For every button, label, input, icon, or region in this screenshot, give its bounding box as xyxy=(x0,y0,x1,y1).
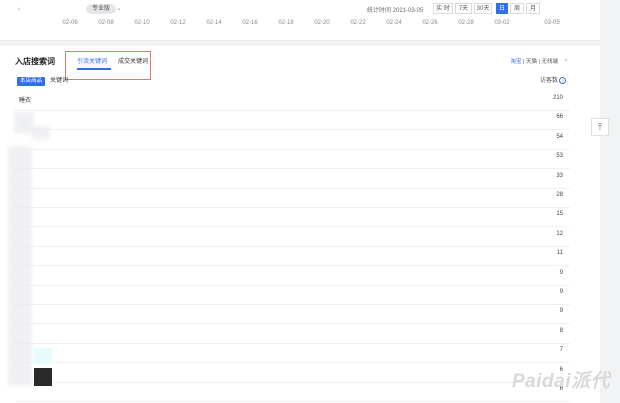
x-tick-label: 02-20 xyxy=(314,20,330,26)
table-row[interactable]: 9 xyxy=(15,265,570,286)
visitor-column-header: 访客数? xyxy=(540,77,567,86)
tab-deal-keywords[interactable]: 成交关键词 xyxy=(118,56,148,65)
section-title: 入店搜索词 xyxy=(15,57,55,66)
back-to-top-icon[interactable]: ⤒ xyxy=(591,118,609,136)
x-tick-label: 02-12 xyxy=(170,20,186,26)
info-icon[interactable]: ? xyxy=(559,77,567,84)
visitor-count-cell: 11 xyxy=(556,250,563,257)
table-row[interactable]: 睡衣 210 xyxy=(15,90,570,111)
x-tick-label: 02-18 xyxy=(278,20,294,26)
x-tick-label: 02-28 xyxy=(458,20,474,26)
time-range-option[interactable]: 月 xyxy=(526,3,540,14)
keyword-cell: 睡衣 xyxy=(19,98,32,104)
x-tick-label: 02-10 xyxy=(134,20,150,26)
x-tick-label: 03-05 xyxy=(544,20,560,26)
visitor-count-cell: 66 xyxy=(556,114,563,121)
visitor-count-cell: 7 xyxy=(559,347,563,354)
edition-badge[interactable]: 专业版 xyxy=(86,4,117,14)
device-select[interactable]: 无线端 xyxy=(541,59,558,65)
tab-traffic-keywords[interactable]: 引流关键词 xyxy=(77,56,107,65)
x-tick-label: 03-02 xyxy=(494,20,510,26)
visitor-header-label: 访客数 xyxy=(540,78,559,84)
redacted-region xyxy=(34,348,52,364)
x-tick-label: 02-26 xyxy=(422,20,438,26)
chart-x-axis: 02-06 02-08 02-10 02-12 02-14 02-16 02-18 02-20… xyxy=(0,20,600,30)
active-tab-underline xyxy=(77,68,111,70)
search-keywords-card: 入店搜索词 引流关键词 成交关键词 淘宝 | 天猫 | 无线端 ⌄ 本店商品 关… xyxy=(0,46,600,403)
time-range-option[interactable]: 7天 xyxy=(455,3,472,14)
visitor-count-cell: 9 xyxy=(559,269,563,276)
table-row[interactable]: 9 xyxy=(15,284,570,305)
chevron-down-icon[interactable]: ⌄ xyxy=(116,4,122,12)
x-tick-label: 02-08 xyxy=(98,20,114,26)
time-range-option[interactable]: 30天 xyxy=(474,3,492,14)
keyword-column-header: 关键词 xyxy=(50,78,69,84)
platform-filter: 淘宝 | 天猫 | 无线端 xyxy=(510,57,558,65)
time-range-option[interactable]: 周 xyxy=(510,3,524,14)
chevron-down-icon[interactable]: ⌄ xyxy=(563,55,569,63)
table-row[interactable]: 33 xyxy=(15,168,570,189)
redacted-region xyxy=(32,126,50,140)
x-tick-label: 02-14 xyxy=(206,20,222,26)
visitor-count-cell: 54 xyxy=(556,133,563,140)
visitor-count-cell: 53 xyxy=(556,153,563,160)
chevron-left-icon[interactable]: ‹ xyxy=(18,6,20,13)
x-tick-label: 02-24 xyxy=(386,20,402,26)
visitor-count-cell: 9 xyxy=(559,289,563,295)
time-range-option[interactable]: 日 xyxy=(496,3,508,14)
time-range-option[interactable]: 实 时 xyxy=(433,3,453,14)
x-tick-label: 02-22 xyxy=(350,20,366,26)
platform-tmall[interactable]: 天猫 xyxy=(526,59,537,65)
table-row[interactable]: 28 xyxy=(15,187,570,208)
table-row[interactable]: 6 xyxy=(15,362,570,383)
visitor-count-cell: 8 xyxy=(559,327,563,334)
table-row[interactable]: 7 xyxy=(15,342,570,364)
visitor-count-cell: 28 xyxy=(556,192,563,198)
watermark-logo: Paidai派代 xyxy=(512,371,610,392)
table-row[interactable]: 15 xyxy=(15,206,570,228)
table-row[interactable]: 53 xyxy=(15,148,570,170)
table-row[interactable]: 54 xyxy=(15,129,570,150)
redacted-region xyxy=(14,112,34,134)
x-tick-label: 02-06 xyxy=(62,20,78,26)
visitor-count-cell: 12 xyxy=(556,230,563,237)
visitor-count-cell: 15 xyxy=(556,211,563,218)
table-row[interactable]: 9 xyxy=(15,303,570,325)
redacted-region xyxy=(34,368,52,386)
trend-chart-card: ‹ 专业版 ⌄ 统计时间 2021-03-05 实 时 7天 30天日周月 02-0… xyxy=(0,0,600,41)
table-row[interactable]: 66 xyxy=(15,109,570,131)
own-products-badge[interactable]: 本店商品 xyxy=(17,77,46,86)
visitor-count-cell: 210 xyxy=(552,95,563,101)
table-row[interactable]: 8 xyxy=(15,323,570,344)
table-row[interactable]: 6 xyxy=(15,381,570,402)
x-tick-label: 02-16 xyxy=(242,20,258,26)
stat-time: 统计时间 2021-03-05 xyxy=(367,8,424,14)
visitor-count-cell: 33 xyxy=(556,172,563,179)
redacted-region xyxy=(8,146,32,386)
table-row[interactable]: 11 xyxy=(15,245,570,267)
table-row[interactable]: 12 xyxy=(15,226,570,247)
platform-taobao[interactable]: 淘宝 xyxy=(510,59,521,65)
visitor-count-cell: 9 xyxy=(559,308,563,315)
